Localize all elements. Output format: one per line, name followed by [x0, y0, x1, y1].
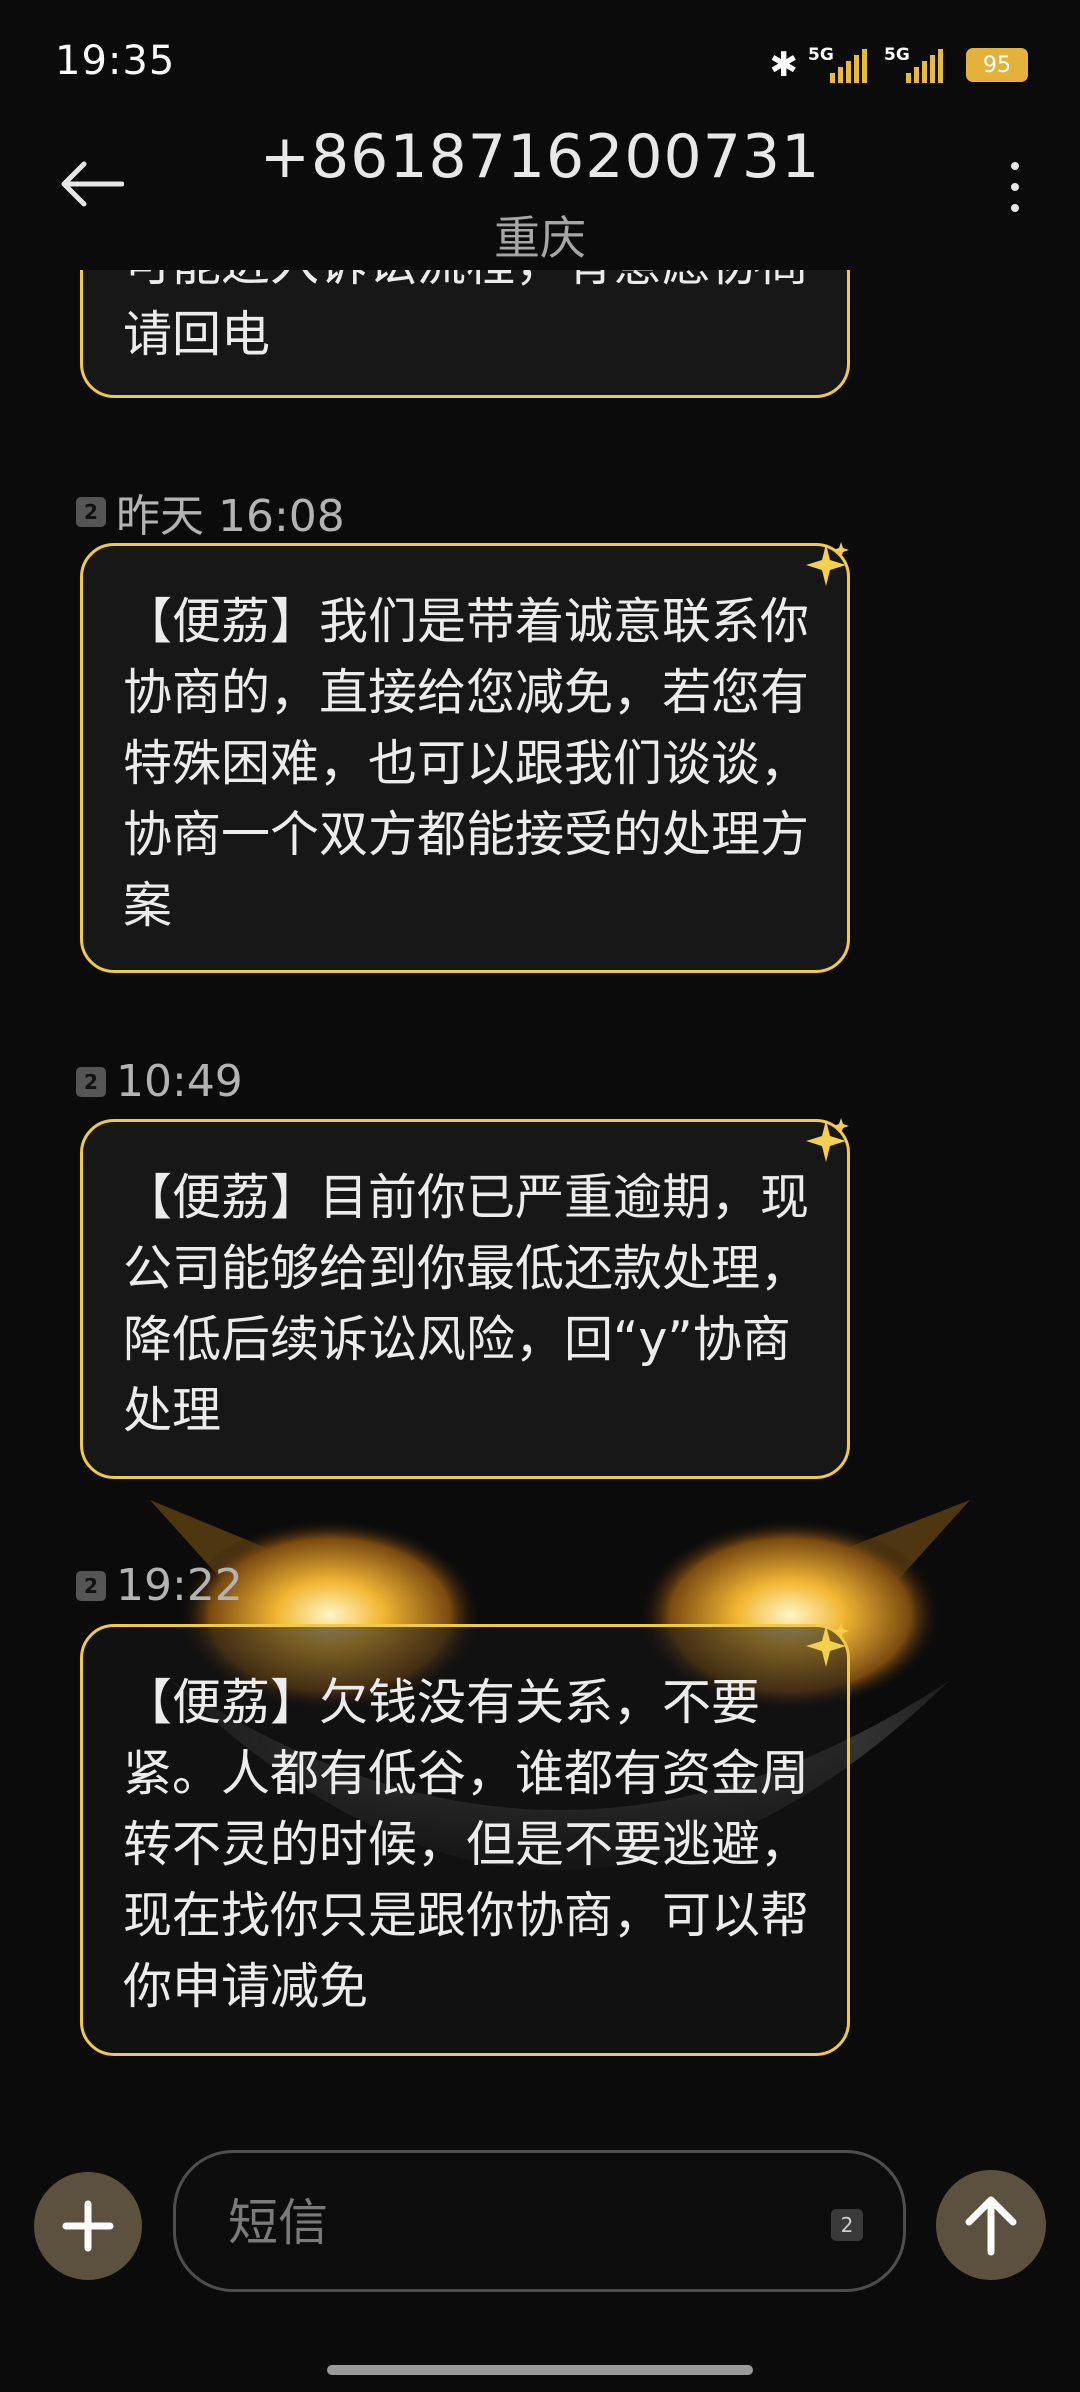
- message-text: 【便荔】目前你已严重逾期，现公司能够给到你最低还款处理，降低后续诉讼风险，回“y…: [123, 1169, 810, 1439]
- sim-card-icon: 2: [76, 1066, 106, 1097]
- sparkle-icon: [806, 1623, 849, 1667]
- sim-select-icon[interactable]: 2: [831, 2209, 863, 2241]
- message-timestamp: 2 昨天 16:08: [76, 480, 345, 544]
- message-bubble[interactable]: 【便荔】目前你已严重逾期，现公司能够给到你最低还款处理，降低后续诉讼风险，回“y…: [80, 1118, 850, 1479]
- message-timestamp: 2 19:22: [76, 1560, 243, 1611]
- bluetooth-icon: ✱: [769, 45, 799, 85]
- sim-card-icon: 2: [76, 1570, 106, 1601]
- message-timestamp: 2 10:49: [76, 1056, 243, 1107]
- sim-card-icon: 2: [76, 497, 106, 527]
- message-bubble[interactable]: 【便荔】欠钱没有关系，不要紧。人都有低谷，谁都有资金周转不灵的时候，但是不要逃避…: [80, 1623, 850, 2056]
- sparkle-icon: [806, 1118, 849, 1162]
- plus-icon: [62, 2200, 114, 2252]
- message-composer: 2: [0, 2140, 1080, 2292]
- home-indicator[interactable]: [327, 2365, 753, 2375]
- message-text: 【便荔】欠钱没有关系，不要紧。人都有低谷，谁都有资金周转不灵的时候，但是不要逃避…: [123, 1674, 810, 2015]
- message-input-box[interactable]: 2: [173, 2150, 906, 2292]
- status-icons: ✱ 5G 5G 95: [769, 44, 1028, 86]
- contact-number[interactable]: +8618716200731: [0, 122, 1080, 192]
- status-time: 19:35: [55, 38, 176, 84]
- cellular-signal-icon: 5G: [808, 45, 874, 85]
- message-text: 【便荔】我们是带着诚意联系你协商的，直接给您减免，若您有特殊困难，也可以跟我们谈…: [123, 593, 810, 934]
- more-options-icon[interactable]: [1005, 162, 1025, 222]
- cellular-signal-icon-2: 5G: [884, 45, 950, 85]
- message-bubble[interactable]: 【便荔】我们是带着诚意联系你协商的，直接给您减免，若您有特殊困难，也可以跟我们谈…: [80, 542, 850, 973]
- battery-icon: 95: [966, 48, 1028, 82]
- conversation-header: +8618716200731 重庆: [0, 110, 1080, 270]
- arrow-up-icon: [965, 2196, 1017, 2256]
- contact-location: 重庆: [494, 211, 586, 265]
- sparkle-icon: [806, 542, 849, 586]
- add-attachment-button[interactable]: [34, 2172, 142, 2280]
- send-button[interactable]: [936, 2170, 1046, 2280]
- message-input[interactable]: [226, 2189, 750, 2257]
